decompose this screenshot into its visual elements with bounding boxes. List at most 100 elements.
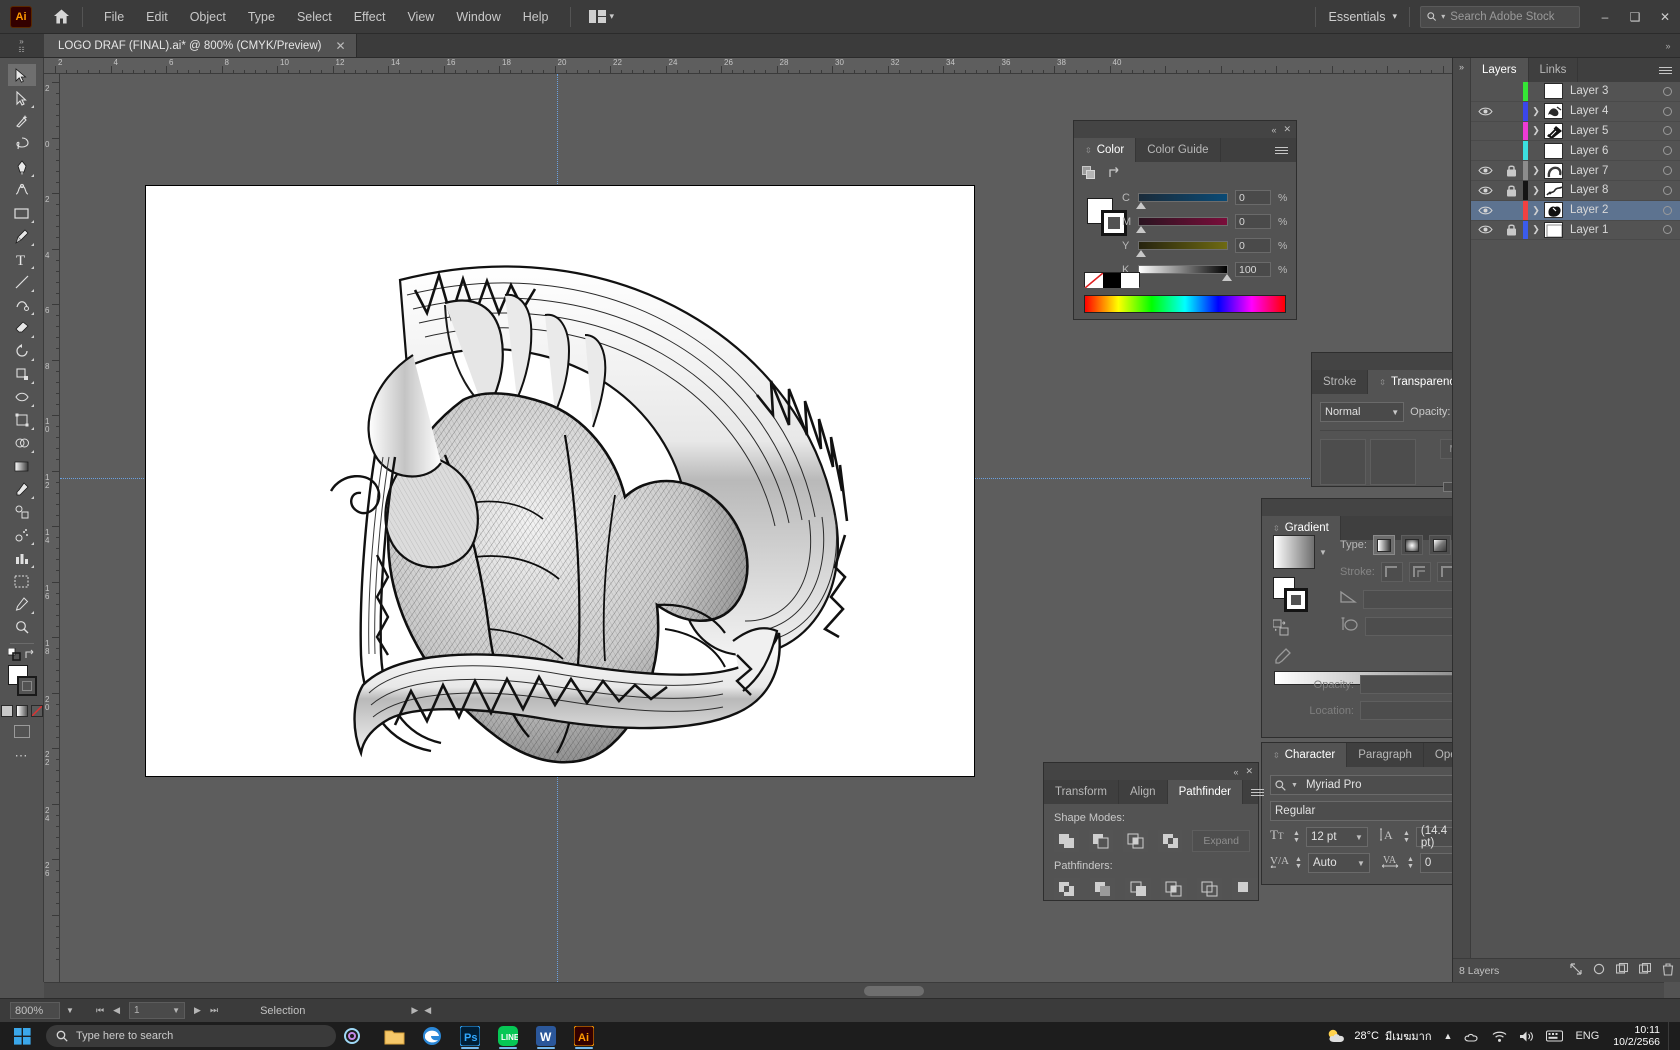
cortana-icon[interactable]	[336, 1027, 368, 1045]
color-slider-c[interactable]: C 0 %	[1122, 190, 1288, 209]
freeform-gradient-button[interactable]	[1428, 535, 1451, 555]
color-slider-m[interactable]: M 0 %	[1122, 214, 1288, 233]
tab-transform[interactable]: Transform	[1044, 780, 1119, 804]
tray-onedrive[interactable]	[1458, 1022, 1486, 1050]
layer-row[interactable]: ❯ Layer 4	[1471, 101, 1680, 122]
close-button[interactable]: ✕	[1650, 0, 1680, 34]
expand-layer-icon[interactable]: ❯	[1528, 106, 1544, 117]
font-size-stepper[interactable]: ▲ ▼	[1293, 830, 1300, 844]
chevron-down-icon[interactable]: ▼	[172, 1006, 180, 1015]
layer-row[interactable]: ❯ Layer 7	[1471, 161, 1680, 181]
layer-name[interactable]: Layer 7	[1570, 165, 1654, 177]
pathfinder-panel-menu-button[interactable]	[1243, 780, 1272, 804]
font-size-field[interactable]: 12 pt ▼	[1305, 827, 1368, 847]
taskbar-line[interactable]: LINE	[490, 1022, 526, 1050]
y-value-field[interactable]: 0	[1235, 238, 1271, 253]
c-value-field[interactable]: 0	[1235, 190, 1271, 205]
color-slider-k[interactable]: K 100 %	[1122, 262, 1288, 281]
zoom-tool[interactable]	[8, 616, 36, 638]
page-number-box[interactable]: 1 ▼	[129, 1002, 186, 1019]
layer-name[interactable]: Layer 4	[1570, 105, 1654, 117]
layer-name[interactable]: Layer 2	[1570, 204, 1654, 216]
vertical-ruler[interactable]: 202468101214161820222426	[44, 74, 60, 982]
intersect-button[interactable]	[1123, 830, 1148, 852]
kerning-stepper[interactable]: ▲ ▼	[1295, 856, 1302, 870]
toolbar-collapse-button[interactable]: » ☷	[0, 34, 44, 57]
direct-selection-tool[interactable]	[8, 87, 36, 109]
status-prev-icon[interactable]: ◀	[424, 1005, 431, 1016]
layer-name[interactable]: Layer 3	[1570, 85, 1654, 97]
taskbar-illustrator[interactable]: Ai	[566, 1022, 602, 1050]
eye-visible-icon[interactable]	[1471, 224, 1499, 235]
heart-illustration-artwork[interactable]	[145, 185, 975, 777]
c-slider-handle[interactable]	[1136, 202, 1146, 209]
layer-name[interactable]: Layer 1	[1570, 224, 1654, 236]
lasso-tool[interactable]	[8, 133, 36, 155]
menu-effect[interactable]: Effect	[343, 5, 397, 29]
merge-button[interactable]	[1125, 878, 1152, 900]
weather-widget[interactable]: 28°C มีเมฆมาก	[1326, 1027, 1437, 1045]
taskbar-microsoft-edge[interactable]	[414, 1022, 450, 1050]
stroke-within-button[interactable]	[1380, 562, 1403, 582]
color-panel-menu-button[interactable]	[1267, 138, 1296, 162]
color-panel-header[interactable]: « ✕	[1074, 121, 1296, 138]
maximize-button[interactable]: ❑	[1620, 0, 1650, 34]
document-tab[interactable]: LOGO DRAF (FINAL).ai* @ 800% (CMYK/Previ…	[44, 34, 357, 57]
unite-button[interactable]	[1054, 830, 1079, 852]
menu-object[interactable]: Object	[179, 5, 237, 29]
locate-object-icon[interactable]	[1570, 963, 1582, 978]
selection-tool[interactable]	[7, 64, 36, 86]
menu-edit[interactable]: Edit	[135, 5, 179, 29]
eraser-tool[interactable]	[8, 317, 36, 339]
menu-view[interactable]: View	[396, 5, 445, 29]
collapse-icon[interactable]: «	[1233, 767, 1238, 777]
c-track[interactable]	[1136, 193, 1228, 209]
pen-tool[interactable]	[8, 156, 36, 178]
status-indicator[interactable]: Selection ▶ ◀	[260, 1005, 431, 1017]
adobe-stock-search[interactable]: ▾	[1420, 5, 1580, 28]
tray-language[interactable]: ENG	[1569, 1022, 1605, 1050]
taskbar-clock[interactable]: 10:11 10/2/2566	[1605, 1024, 1668, 1048]
free-transform-tool[interactable]	[8, 409, 36, 431]
k-value-field[interactable]: 100	[1235, 262, 1271, 277]
swap-fill-stroke-icon[interactable]	[24, 649, 36, 660]
make-mask-icon[interactable]	[1593, 963, 1605, 978]
m-value-field[interactable]: 0	[1235, 214, 1271, 229]
tab-stroke[interactable]: Stroke	[1312, 370, 1369, 394]
layer-target-circle[interactable]	[1654, 205, 1680, 215]
last-page-icon[interactable]: ⏭	[210, 1005, 218, 1016]
layer-name[interactable]: Layer 6	[1570, 145, 1654, 157]
tab-links[interactable]: Links	[1528, 58, 1579, 82]
tab-pathfinder[interactable]: Pathfinder	[1167, 780, 1243, 804]
lock-closed-icon[interactable]	[1499, 164, 1523, 177]
crop-button[interactable]	[1161, 878, 1187, 900]
lock-closed-icon[interactable]	[1499, 184, 1523, 197]
white-swatch[interactable]	[1121, 273, 1139, 288]
home-icon[interactable]	[50, 6, 72, 28]
close-icon[interactable]: ✕	[1283, 124, 1291, 135]
screen-mode-normal[interactable]	[13, 725, 30, 738]
kerning-field[interactable]: Auto ▼	[1307, 853, 1370, 873]
rotate-tool[interactable]	[8, 340, 36, 362]
shape-builder-tool[interactable]	[8, 432, 36, 454]
exclude-button[interactable]	[1157, 830, 1183, 852]
stroke-along-button[interactable]	[1408, 562, 1431, 582]
gradient-reverse-icon[interactable]	[1272, 619, 1333, 642]
none-swatch[interactable]	[1085, 273, 1103, 288]
tray-volume[interactable]	[1513, 1022, 1540, 1050]
pathfinder-panel[interactable]: « ✕ Transform Align Pathfinder Shape Mod…	[1043, 762, 1264, 901]
tray-network[interactable]	[1486, 1022, 1513, 1050]
stroke-swatch[interactable]	[16, 676, 37, 696]
layer-row[interactable]: ❯ Layer 8	[1471, 180, 1680, 201]
tray-expand-button[interactable]: ▲	[1438, 1022, 1459, 1050]
tab-color-guide[interactable]: Color Guide	[1136, 138, 1221, 162]
eyedropper-icon[interactable]	[1274, 647, 1292, 670]
new-sublayer-icon[interactable]	[1615, 962, 1629, 978]
eyedropper-tool[interactable]	[8, 478, 36, 500]
leading-stepper[interactable]: ▲ ▼	[1403, 830, 1410, 844]
taskbar-word[interactable]: W	[528, 1022, 564, 1050]
black-swatch[interactable]	[1103, 273, 1121, 288]
next-page-icon[interactable]: ▶	[194, 1005, 201, 1016]
eye-visible-icon[interactable]	[1471, 165, 1499, 176]
expand-button[interactable]: Expand	[1192, 830, 1250, 852]
